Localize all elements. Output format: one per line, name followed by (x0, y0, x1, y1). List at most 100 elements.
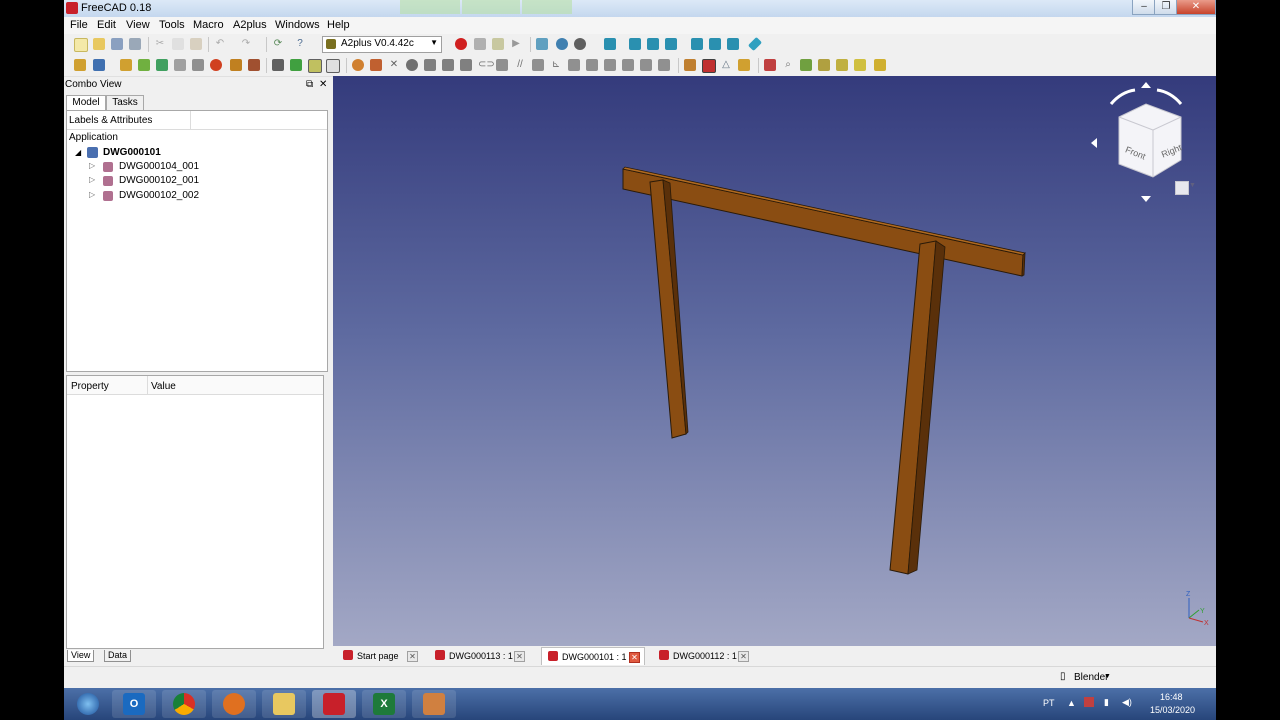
navcube-menu-icon[interactable] (1175, 181, 1189, 195)
tab-dwg000101[interactable]: DWG000101 : 1 ✕ (541, 647, 645, 665)
save-icon[interactable] (111, 38, 123, 50)
rotate-part-icon[interactable] (192, 59, 204, 71)
zoom-icon[interactable]: ⌕ (782, 59, 794, 71)
taskbar-app[interactable] (212, 690, 256, 718)
menu-help[interactable]: Help (327, 19, 350, 31)
sphere-constraint-icon[interactable] (406, 59, 418, 71)
tab-data[interactable]: Data (104, 650, 132, 662)
menu-view[interactable]: View (126, 19, 150, 31)
clock-time[interactable]: 16:48 (1160, 692, 1183, 702)
menu-windows[interactable]: Windows (275, 19, 320, 31)
plane-icon-1[interactable] (568, 59, 580, 71)
expand-arrow-icon[interactable]: ▷ (89, 161, 95, 170)
record-macro-icon[interactable] (455, 38, 467, 50)
chevron-down-icon[interactable]: ▼ (1189, 182, 1196, 189)
axis-coincident-icon[interactable] (442, 59, 454, 71)
delete-constraints-icon[interactable]: ✕ (388, 59, 400, 71)
float-icon[interactable]: ⧉ (306, 79, 313, 90)
network-icon[interactable]: ▮ (1104, 697, 1109, 708)
plane-icon-2[interactable] (586, 59, 598, 71)
transparency-icon[interactable] (800, 59, 812, 71)
tab-dwg000113[interactable]: DWG000113 : 1 ✕ (429, 647, 529, 664)
point-identity-icon[interactable] (352, 59, 364, 71)
cut-analysis-icon[interactable] (764, 59, 776, 71)
paste-icon[interactable] (190, 38, 202, 50)
menu-a2plus[interactable]: A2plus (233, 19, 267, 31)
menu-macro[interactable]: Macro (193, 19, 224, 31)
maximize-button[interactable]: ❐ (1154, 0, 1178, 15)
tab-start-page[interactable]: Start page ✕ (337, 647, 421, 664)
redo-icon[interactable]: ↷ (240, 38, 252, 50)
taskbar-excel[interactable]: X (362, 690, 406, 718)
expand-arrow-icon[interactable]: ▷ (89, 190, 95, 199)
whats-this-icon[interactable]: ? (294, 38, 306, 50)
update-imports-icon[interactable] (156, 59, 168, 71)
view-right-icon[interactable] (665, 38, 677, 50)
navigation-cube[interactable]: Front Right ▼ (1091, 82, 1211, 202)
chevron-down-icon[interactable]: ▼ (1104, 673, 1111, 680)
language-indicator[interactable]: PT (1043, 698, 1055, 708)
circular-edge-icon[interactable] (424, 59, 436, 71)
plane-icon-5[interactable] (640, 59, 652, 71)
tab-view[interactable]: View (67, 650, 95, 662)
show-all-icon[interactable] (854, 59, 866, 71)
taskbar-freecad[interactable] (312, 690, 356, 718)
close-button[interactable]: ✕ (1176, 0, 1216, 15)
taskbar-explorer[interactable] (262, 690, 306, 718)
menu-tools[interactable]: Tools (159, 19, 185, 31)
plane-icon-4[interactable] (622, 59, 634, 71)
duplicate-part-icon[interactable] (210, 59, 222, 71)
action-center-icon[interactable] (1084, 697, 1094, 707)
move-part-icon[interactable] (174, 59, 186, 71)
view-front-icon[interactable] (629, 38, 641, 50)
tray-expand-icon[interactable]: ▲ (1067, 698, 1076, 708)
a2plus-folder-icon[interactable] (93, 59, 105, 71)
a2plus-update-icon[interactable] (74, 59, 86, 71)
expand-arrow-icon[interactable]: ▷ (89, 175, 95, 184)
view-top-icon[interactable] (647, 38, 659, 50)
refresh-icon[interactable]: ⟳ (272, 38, 284, 50)
add-part-icon[interactable] (120, 59, 132, 71)
solve-icon[interactable] (290, 59, 302, 71)
expand-arrow-icon[interactable]: ◢ (75, 148, 81, 157)
clock-date[interactable]: 15/03/2020 (1150, 705, 1195, 715)
add-shape-icon[interactable] (138, 59, 150, 71)
open-file-icon[interactable] (93, 38, 105, 50)
measure-icon[interactable] (747, 36, 763, 52)
copy-icon[interactable] (172, 38, 184, 50)
close-tab-icon[interactable]: ✕ (629, 652, 640, 663)
list-icon[interactable] (738, 59, 750, 71)
constraint-icon[interactable] (272, 59, 284, 71)
show-dof-icon[interactable] (684, 59, 696, 71)
fit-selection-icon[interactable] (556, 38, 568, 50)
close-icon[interactable]: ✕ (319, 79, 327, 90)
axis-plane-parallel-icon[interactable]: ⊂⊃ (478, 59, 495, 71)
menu-file[interactable]: File (70, 19, 88, 31)
view-bottom-icon[interactable] (709, 38, 721, 50)
axis-parallel-icon[interactable] (460, 59, 472, 71)
taskbar-app-2[interactable] (412, 690, 456, 718)
print-icon[interactable] (129, 38, 141, 50)
start-button[interactable] (66, 690, 110, 718)
3d-scene[interactable]: Z Y X (333, 76, 1216, 646)
run-macro-icon[interactable]: ▶ (510, 38, 522, 50)
tab-dwg000112[interactable]: DWG000112 : 1 ✕ (653, 647, 753, 664)
crossbeam[interactable] (622, 168, 1024, 277)
new-file-icon[interactable] (74, 38, 88, 52)
close-tab-icon[interactable]: ✕ (738, 651, 749, 662)
view-isometric-icon[interactable] (604, 38, 616, 50)
taskbar-outlook[interactable]: O (112, 690, 156, 718)
undo-icon[interactable]: ↶ (214, 38, 226, 50)
close-tab-icon[interactable]: ✕ (514, 651, 525, 662)
workbench-selector[interactable]: A2plus V0.4.42c ▼ (322, 36, 442, 53)
stop-macro-icon[interactable] (474, 38, 486, 50)
view-left-icon[interactable] (727, 38, 739, 50)
fit-all-icon[interactable] (536, 38, 548, 50)
volume-icon[interactable]: ◀) (1122, 697, 1132, 708)
angled-planes-icon[interactable] (532, 59, 544, 71)
bom-icon[interactable] (702, 59, 716, 73)
macro-editor-icon[interactable] (492, 38, 504, 50)
planes-parallel-icon[interactable]: // (514, 59, 526, 71)
3d-viewport[interactable]: Z Y X Front Right ▼ (333, 76, 1216, 646)
plane-icon-3[interactable] (604, 59, 616, 71)
